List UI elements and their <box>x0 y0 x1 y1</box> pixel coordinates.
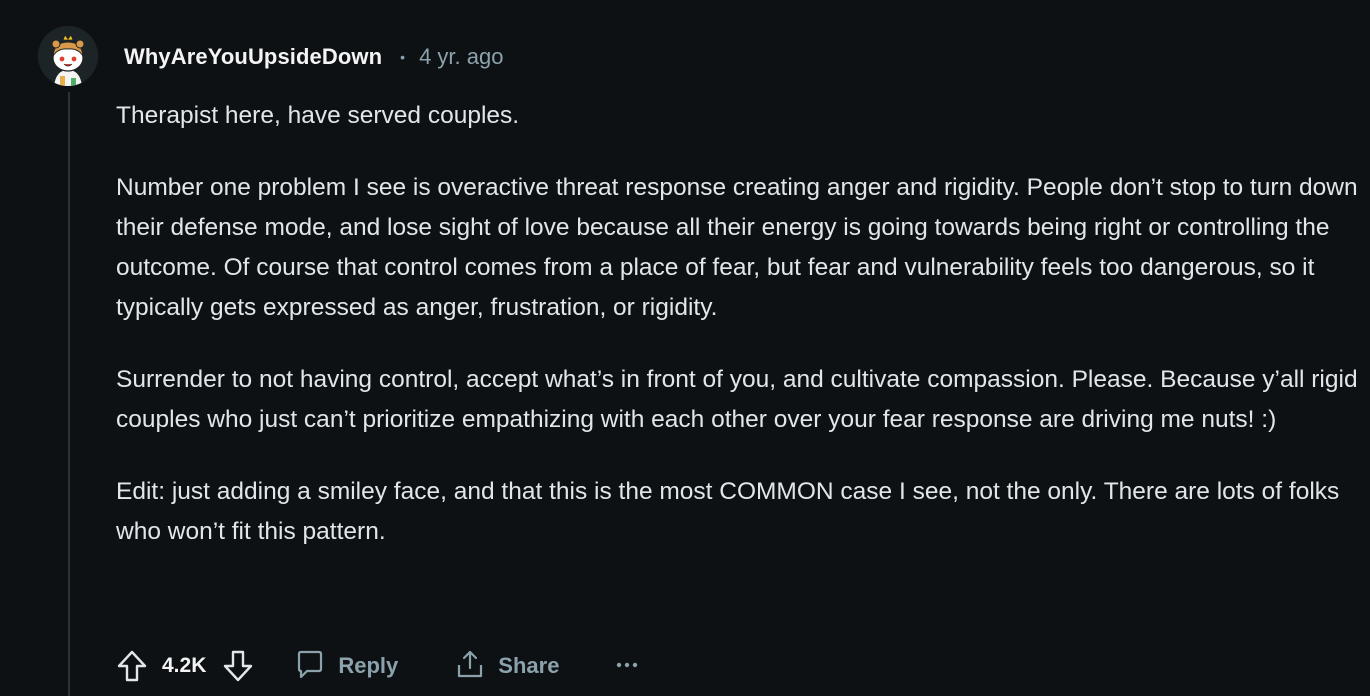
share-upload-icon <box>454 648 486 685</box>
downvote-arrow-icon[interactable] <box>222 649 254 683</box>
reply-label: Reply <box>338 653 399 678</box>
overflow-dots-icon <box>615 657 639 675</box>
comment-container: WhyAreYouUpsideDown • 4 yr. ago Therapis… <box>0 0 1370 696</box>
comment-action-bar: 4.2K Reply Share <box>116 644 639 688</box>
comment-paragraph: Therapist here, have served couples. <box>116 102 520 129</box>
comment-body: Therapist here, have served couples. Num… <box>116 96 1368 552</box>
speech-bubble-icon <box>294 648 326 685</box>
username-link[interactable]: WhyAreYouUpsideDown <box>124 44 382 70</box>
thread-line[interactable] <box>68 92 70 696</box>
comment-paragraph: Number one problem I see is overactive t… <box>116 174 1358 321</box>
upvote-arrow-icon[interactable] <box>116 649 148 683</box>
comment-header: WhyAreYouUpsideDown • 4 yr. ago <box>124 42 503 72</box>
comment-paragraph: Surrender to not having control, accept … <box>116 366 1358 433</box>
comment-timestamp[interactable]: 4 yr. ago <box>419 44 503 70</box>
comment-paragraph: Edit: just adding a smiley face, and tha… <box>116 478 1340 545</box>
more-options-button[interactable] <box>615 657 639 675</box>
vote-controls: 4.2K <box>116 649 254 683</box>
user-avatar[interactable] <box>38 26 98 86</box>
vote-score: 4.2K <box>162 654 207 677</box>
share-label: Share <box>498 653 560 678</box>
meta-separator: • <box>400 49 406 65</box>
snoo-avatar-icon <box>38 26 98 86</box>
reply-button[interactable]: Reply <box>294 648 398 685</box>
share-button[interactable]: Share <box>454 648 559 685</box>
